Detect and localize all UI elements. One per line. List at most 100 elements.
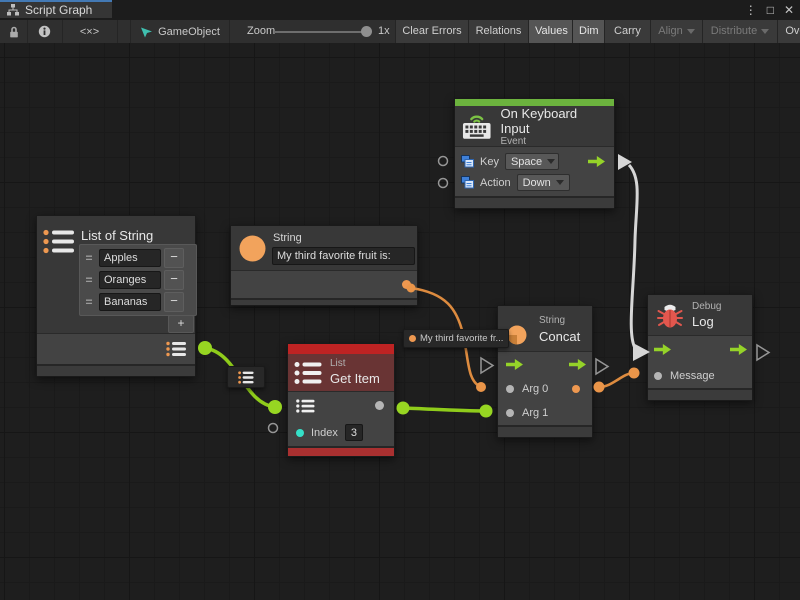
action-dropdown[interactable]: Down [517, 174, 570, 191]
node-debug-log[interactable]: Debug Log Message [647, 294, 753, 401]
node-concat[interactable]: String Concat Arg 0 Arg 1 [497, 305, 593, 438]
list-item-field[interactable] [99, 271, 161, 289]
values-button[interactable]: Values [528, 20, 572, 43]
node-title: List of String [81, 228, 153, 243]
list-icon [294, 361, 323, 385]
remove-item-button[interactable]: − [164, 292, 184, 312]
drag-handle[interactable]: = [82, 251, 96, 265]
node-title: Log [692, 314, 714, 329]
control-output-port[interactable] [588, 156, 605, 167]
distribute-button[interactable]: Distribute [702, 20, 777, 43]
node-footer [648, 388, 752, 400]
node-list-of-string[interactable]: List of String = − = − = [36, 215, 196, 377]
overview-button[interactable]: Overv [777, 20, 800, 43]
string-output-port[interactable] [402, 280, 411, 289]
list-input-port[interactable] [296, 399, 315, 413]
key-dropdown[interactable]: Space [505, 153, 559, 170]
action-port-label: Action [480, 177, 511, 189]
carry-button[interactable]: Carry [604, 20, 650, 43]
info-icon [38, 25, 51, 38]
bug-icon [656, 302, 684, 329]
lock-button[interactable] [0, 20, 28, 43]
list-item-row: = − [82, 291, 194, 313]
clear-errors-button[interactable]: Clear Errors [395, 20, 468, 43]
node-get-item[interactable]: List Get Item Index [287, 343, 395, 457]
input-action-icon [461, 176, 474, 189]
list-value-icon [238, 371, 254, 384]
control-input-port[interactable] [506, 359, 523, 370]
control-output-port[interactable] [569, 359, 586, 370]
window-maximize-icon[interactable]: □ [767, 0, 774, 20]
connection-getitem-to-concat [397, 402, 493, 418]
node-title: On Keyboard Input [501, 106, 608, 136]
message-input-port[interactable] [654, 372, 662, 380]
zoom-label: Zoom [247, 25, 275, 37]
index-input-port[interactable] [296, 429, 304, 437]
zoom-slider-handle[interactable] [361, 26, 372, 37]
key-port-label: Key [480, 156, 499, 168]
script-graph-icon [6, 4, 20, 16]
string-value-field[interactable] [272, 247, 415, 265]
node-title: String [273, 232, 302, 244]
zoom-slider[interactable] [274, 31, 367, 33]
gameobject-icon [140, 26, 153, 38]
tooltip-text: My third favorite fr... [420, 333, 503, 344]
graph-toolbar: <×> GameObject Zoom 1x Clear Errors Rela… [0, 20, 800, 44]
keyboard-icon [461, 112, 493, 140]
node-title: Get Item [330, 371, 380, 386]
align-button[interactable]: Align [650, 20, 702, 43]
arg0-input-port[interactable] [506, 385, 514, 393]
node-footer [498, 425, 592, 437]
gameobject-button[interactable]: GameObject [130, 20, 230, 43]
node-subtitle: Event [501, 136, 608, 147]
node-footer [231, 298, 417, 305]
relations-button[interactable]: Relations [468, 20, 528, 43]
add-item-button[interactable]: + [168, 315, 194, 333]
arg1-input-port[interactable] [506, 409, 514, 417]
list-output-port[interactable] [166, 341, 187, 357]
dim-button[interactable]: Dim [572, 20, 604, 43]
error-strip-bottom [288, 446, 394, 456]
index-value-field[interactable] [345, 424, 363, 441]
node-category: List [330, 358, 346, 369]
node-on-keyboard-input[interactable]: On Keyboard Input Event Key Space [454, 98, 615, 209]
control-output-port[interactable] [730, 344, 747, 355]
arg1-label: Arg 1 [522, 407, 548, 419]
node-string-literal[interactable]: String [230, 225, 418, 306]
graph-inspector-button[interactable] [27, 20, 63, 43]
error-strip-top [288, 344, 394, 354]
chevron-down-icon [687, 29, 695, 34]
list-item-row: = − [82, 269, 194, 291]
window-close-icon[interactable]: ✕ [784, 0, 794, 20]
string-icon [239, 235, 266, 262]
list-item-field[interactable] [99, 293, 161, 311]
connection-list-tooltip [227, 366, 265, 388]
tab-script-graph[interactable]: Script Graph [0, 0, 112, 18]
connection-keyboard-to-log [618, 154, 650, 361]
result-output-port[interactable] [572, 385, 580, 393]
gameobject-label: GameObject [158, 26, 220, 38]
graph-canvas[interactable]: On Keyboard Input Event Key Space [0, 43, 800, 600]
chevron-down-icon [556, 180, 564, 185]
chevron-down-icon [761, 29, 769, 34]
item-output-port[interactable] [375, 401, 384, 410]
zoom-value: 1x [378, 25, 390, 37]
list-item-row: = − [82, 247, 194, 269]
node-footer [37, 364, 195, 376]
node-footer [455, 196, 614, 208]
list-item-field[interactable] [99, 249, 161, 267]
drag-handle[interactable]: = [82, 295, 96, 309]
remove-item-button[interactable]: − [164, 270, 184, 290]
window-menu-icon[interactable]: ⋮ [745, 0, 757, 20]
remove-item-button[interactable]: − [164, 248, 184, 268]
input-action-icon [461, 155, 474, 168]
title-bar: Script Graph ⋮ □ ✕ [0, 0, 800, 20]
node-title: Concat [539, 329, 580, 344]
list-editor: = − = − = − + [79, 244, 197, 316]
control-input-port[interactable] [654, 344, 671, 355]
arg0-label: Arg 0 [522, 383, 548, 395]
connection-concat-to-log [594, 368, 640, 393]
edit-script-button[interactable]: <×> [62, 20, 118, 43]
drag-handle[interactable]: = [82, 273, 96, 287]
unity-script-graph-window: Script Graph ⋮ □ ✕ <×> [0, 0, 800, 600]
